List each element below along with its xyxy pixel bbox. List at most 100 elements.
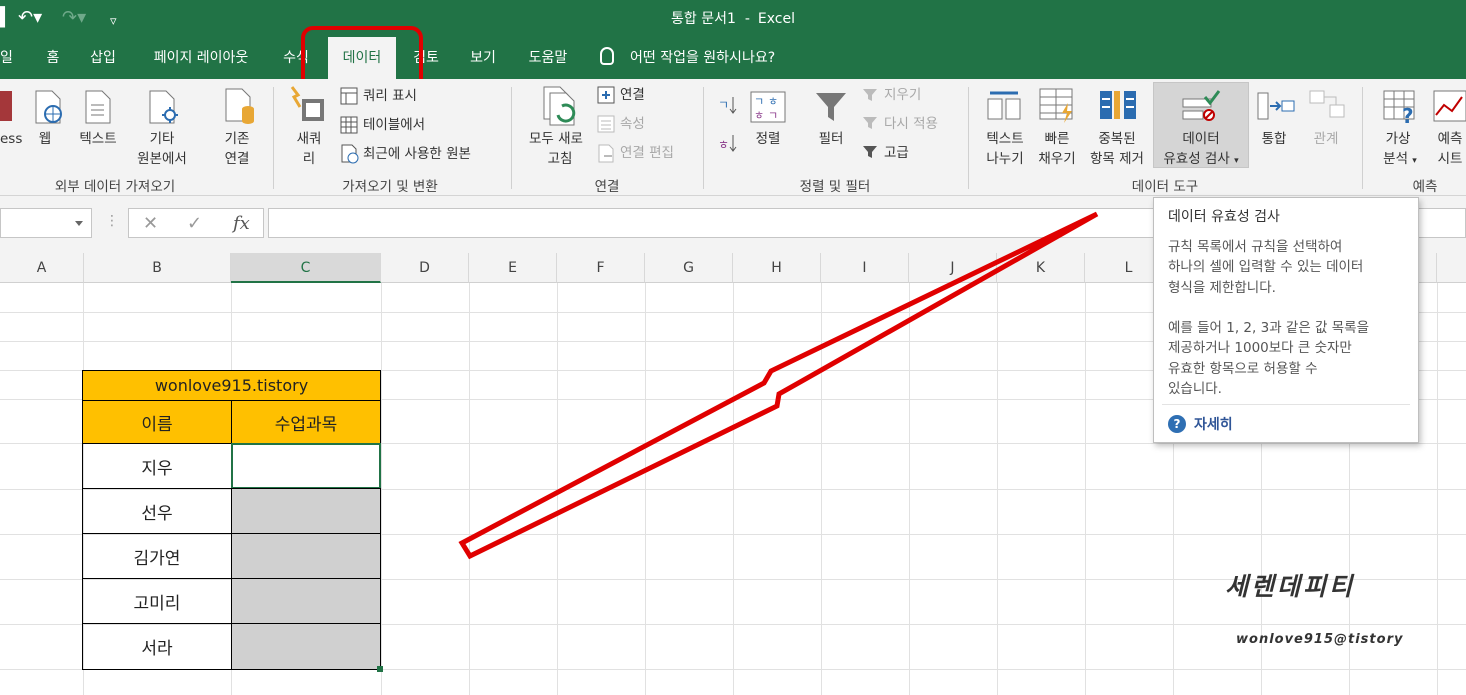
- sort-asc-icon: ㄱ: [718, 97, 737, 114]
- sort-button[interactable]: 정렬: [748, 129, 788, 149]
- connections-button[interactable]: 연결: [620, 85, 645, 105]
- consolidate-button[interactable]: 통합: [1254, 129, 1294, 149]
- tab-home[interactable]: 홈: [38, 37, 68, 79]
- what-if-button[interactable]: 분석 ▾: [1372, 149, 1428, 171]
- tab-insert[interactable]: 삽입: [82, 37, 124, 79]
- edit-links-button[interactable]: 연결 편집: [620, 143, 674, 163]
- new-query-label-2[interactable]: 리: [284, 149, 334, 169]
- access-button[interactable]: ess: [0, 129, 22, 149]
- clear-button[interactable]: 지우기: [884, 85, 921, 105]
- name-cell[interactable]: 서라: [82, 623, 232, 670]
- text-to-columns-label-1[interactable]: 텍스트: [978, 129, 1032, 149]
- tab-page-layout[interactable]: 페이지 레이아웃: [140, 37, 262, 79]
- column-header-h[interactable]: H: [733, 253, 821, 283]
- existing-connections-label-2[interactable]: 연결: [212, 149, 262, 169]
- ribbon: ess 웹 텍스트 기타 원본에서 기존 연결 외부 데이터 가져오기 새쿼 리…: [0, 79, 1466, 196]
- flash-fill-label-2[interactable]: 채우기: [1030, 149, 1084, 169]
- advanced-button[interactable]: 고급: [884, 143, 909, 163]
- column-header-d[interactable]: D: [381, 253, 469, 283]
- column-header-a[interactable]: A: [0, 253, 84, 283]
- table-title-cell[interactable]: wonlove915.tistory: [82, 370, 381, 401]
- reapply-button[interactable]: 다시 적용: [884, 114, 938, 134]
- tab-data[interactable]: 데이터: [328, 37, 396, 79]
- insert-function-icon[interactable]: fx: [233, 213, 250, 234]
- refresh-all-icon: [543, 86, 576, 126]
- tell-me-box[interactable]: 어떤 작업을 원하시나요?: [600, 37, 775, 79]
- remove-duplicates-label-2[interactable]: 항목 제거: [1082, 149, 1152, 169]
- svg-text:ㄱ: ㄱ: [768, 109, 778, 122]
- fill-handle[interactable]: [377, 666, 383, 672]
- enter-icon[interactable]: ✓: [187, 213, 202, 234]
- cancel-icon[interactable]: ✕: [143, 213, 158, 234]
- tab-file[interactable]: 일: [0, 37, 13, 79]
- column-header-i[interactable]: I: [821, 253, 909, 283]
- subject-cell-active[interactable]: [231, 443, 381, 489]
- data-validation-button[interactable]: 유효성 검사 ▾: [1154, 149, 1248, 171]
- column-header-b[interactable]: B: [84, 253, 231, 283]
- refresh-all-label-2[interactable]: 고침: [530, 149, 590, 169]
- refresh-all-label-1[interactable]: 모두 새로: [520, 129, 592, 149]
- recent-sources-button[interactable]: 최근에 사용한 원본: [363, 144, 471, 164]
- tab-view[interactable]: 보기: [462, 37, 504, 79]
- forecast-sheet-label-1[interactable]: 예측: [1430, 129, 1466, 149]
- recent-sources-icon: [341, 144, 359, 164]
- subject-cell[interactable]: [231, 578, 381, 624]
- web-button[interactable]: 웹: [28, 129, 62, 149]
- tooltip-divider: [1162, 404, 1410, 405]
- group-label-data-tools: 데이터 도구: [1131, 179, 1199, 195]
- tab-formulas[interactable]: 수식: [276, 37, 316, 79]
- from-text-button[interactable]: 텍스트: [72, 129, 124, 149]
- group-separator: [511, 87, 512, 189]
- svg-text:ㅎ: ㅎ: [754, 109, 764, 122]
- what-if-label-1[interactable]: 가상: [1376, 129, 1420, 149]
- clear-filter-icon: [863, 89, 877, 101]
- svg-text:ㄱ: ㄱ: [754, 95, 764, 108]
- name-cell[interactable]: 지우: [82, 443, 232, 489]
- name-box[interactable]: [0, 208, 92, 238]
- watermark-korean: 세렌데피티: [1225, 572, 1356, 601]
- show-queries-button[interactable]: 쿼리 표시: [363, 86, 417, 106]
- column-header-p[interactable]: [1437, 253, 1466, 283]
- flash-fill-label-1[interactable]: 빠른: [1034, 129, 1080, 149]
- subject-cell[interactable]: [231, 623, 381, 670]
- forecast-sheet-label-2[interactable]: 시트: [1430, 149, 1466, 169]
- other-sources-label-2[interactable]: 원본에서: [122, 149, 202, 169]
- what-if-label-2: 분석: [1383, 151, 1408, 167]
- group-separator: [968, 87, 969, 189]
- tooltip-title: 데이터 유효성 검사: [1168, 209, 1280, 225]
- column-header-j[interactable]: J: [909, 253, 997, 283]
- column-header-e[interactable]: E: [469, 253, 557, 283]
- column-header-k[interactable]: K: [997, 253, 1085, 283]
- remove-duplicates-label-1[interactable]: 중복된: [1090, 129, 1144, 149]
- filter-button[interactable]: 필터: [810, 129, 852, 149]
- name-cell[interactable]: 선우: [82, 488, 232, 534]
- column-header-c[interactable]: C: [231, 253, 381, 283]
- chevron-down-icon[interactable]: [75, 221, 83, 226]
- header-subject-cell[interactable]: 수업과목: [231, 400, 381, 444]
- name-cell[interactable]: 김가연: [82, 533, 232, 579]
- column-header-f[interactable]: F: [557, 253, 645, 283]
- new-query-label-1[interactable]: 새쿼: [284, 129, 334, 149]
- subject-cell[interactable]: [231, 533, 381, 579]
- name-cell[interactable]: 고미리: [82, 578, 232, 624]
- title-bar: ▍ ↶▾ ↷▾ ▿ 통합 문서1 - Excel: [0, 0, 1466, 37]
- column-header-g[interactable]: G: [645, 253, 733, 283]
- header-name-cell[interactable]: 이름: [82, 400, 232, 444]
- data-validation-label-1[interactable]: 데이터: [1164, 129, 1238, 149]
- tell-me-more-label: 자세히: [1194, 417, 1233, 433]
- group-label-get-transform: 가져오기 및 변환: [342, 179, 438, 195]
- other-sources-label-1[interactable]: 기타: [128, 129, 196, 149]
- relationships-button[interactable]: 관계: [1306, 129, 1346, 149]
- properties-button[interactable]: 속성: [620, 114, 645, 134]
- ribbon-tabs: 일 홈 삽입 페이지 레이아웃 수식 데이터 검토 보기 도움말 어떤 작업을 …: [0, 37, 1466, 79]
- show-queries-icon: [340, 87, 358, 105]
- existing-connections-label-1[interactable]: 기존: [212, 129, 262, 149]
- tell-me-more-link[interactable]: ? 자세히: [1168, 414, 1233, 434]
- new-query-icon: [290, 86, 324, 121]
- resize-handle-icon[interactable]: ⋮: [105, 213, 119, 229]
- subject-cell[interactable]: [231, 488, 381, 534]
- text-to-columns-label-2[interactable]: 나누기: [978, 149, 1032, 169]
- from-table-button[interactable]: 테이블에서: [363, 115, 425, 135]
- tab-review[interactable]: 검토: [406, 37, 446, 79]
- tab-help[interactable]: 도움말: [520, 37, 576, 79]
